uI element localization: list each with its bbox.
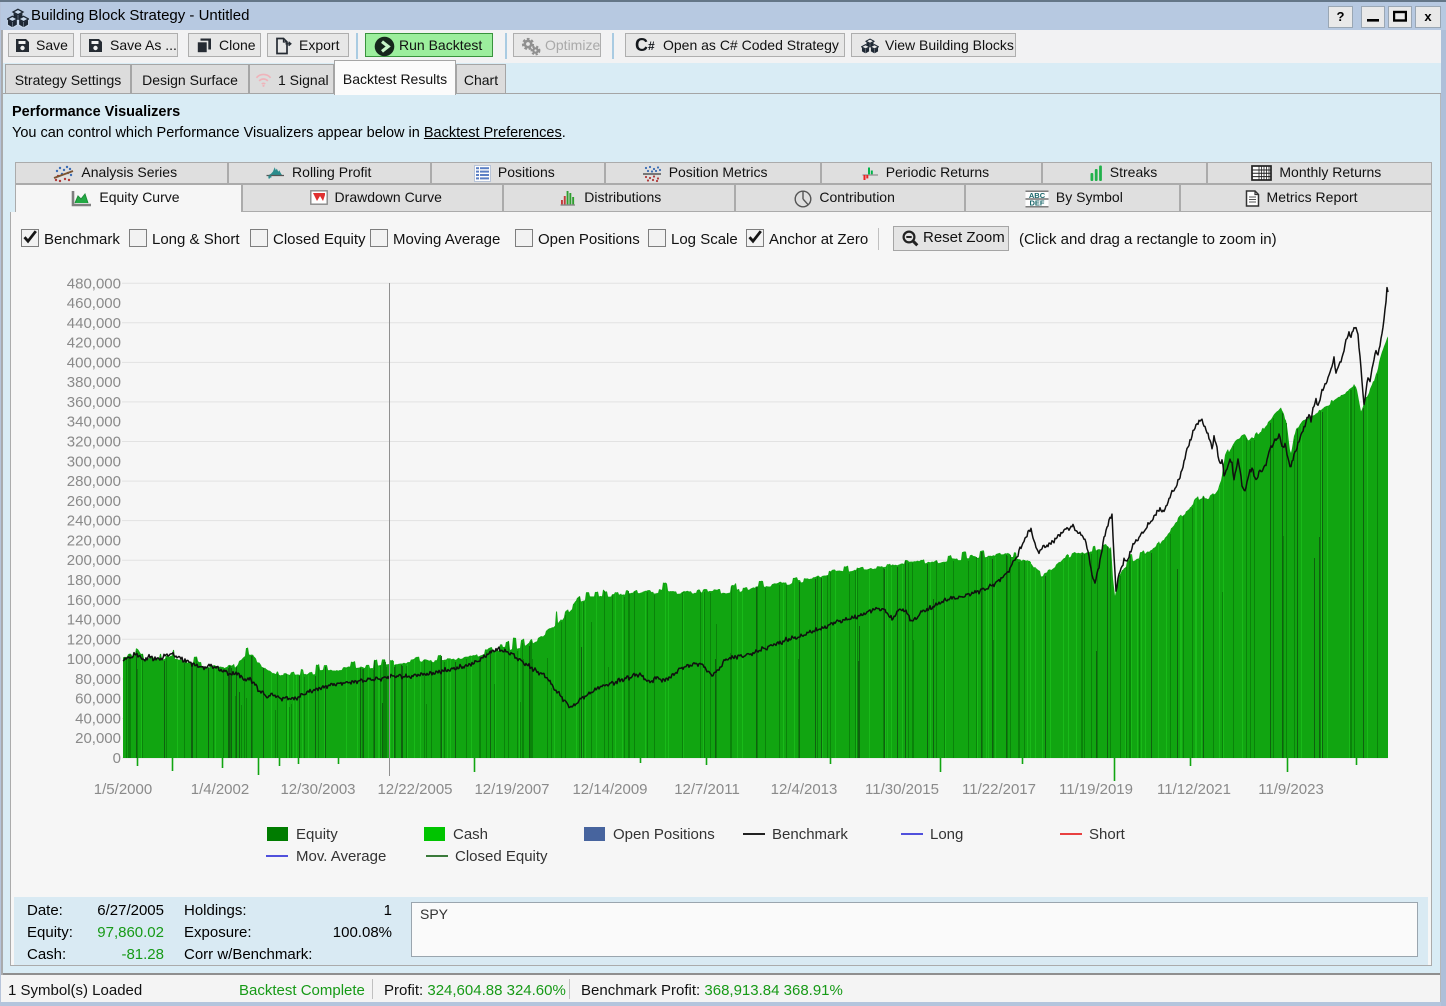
svg-text:11/22/2017: 11/22/2017 [962,781,1036,798]
svg-text:160,000: 160,000 [67,592,121,609]
svg-text:400,000: 400,000 [67,354,121,371]
svg-text:1/4/2002: 1/4/2002 [191,781,249,798]
svg-text:100,000: 100,000 [67,651,121,668]
svg-text:12/7/2011: 12/7/2011 [674,781,740,798]
svg-text:220,000: 220,000 [67,532,121,549]
svg-text:480,000: 480,000 [67,275,121,292]
svg-text:40,000: 40,000 [75,710,121,727]
svg-text:440,000: 440,000 [67,315,121,332]
svg-text:11/9/2023: 11/9/2023 [1258,781,1324,798]
svg-text:11/30/2015: 11/30/2015 [865,781,939,798]
svg-text:320,000: 320,000 [67,434,121,451]
svg-text:240,000: 240,000 [67,513,121,530]
svg-text:120,000: 120,000 [67,631,121,648]
svg-text:180,000: 180,000 [67,572,121,589]
svg-text:140,000: 140,000 [67,612,121,629]
svg-text:1/5/2000: 1/5/2000 [94,781,152,798]
svg-text:20,000: 20,000 [75,730,121,747]
svg-text:360,000: 360,000 [67,394,121,411]
svg-text:280,000: 280,000 [67,473,121,490]
svg-text:300,000: 300,000 [67,453,121,470]
svg-text:340,000: 340,000 [67,414,121,431]
svg-text:460,000: 460,000 [67,295,121,312]
svg-text:12/19/2007: 12/19/2007 [474,781,549,798]
svg-text:80,000: 80,000 [75,671,121,688]
svg-text:380,000: 380,000 [67,374,121,391]
svg-text:0: 0 [113,750,121,767]
svg-text:60,000: 60,000 [75,691,121,708]
svg-text:12/30/2003: 12/30/2003 [280,781,355,798]
svg-text:12/4/2013: 12/4/2013 [771,781,838,798]
svg-text:11/19/2019: 11/19/2019 [1059,781,1133,798]
svg-text:12/14/2009: 12/14/2009 [572,781,647,798]
svg-text:200,000: 200,000 [67,552,121,569]
svg-text:420,000: 420,000 [67,335,121,352]
svg-text:12/22/2005: 12/22/2005 [377,781,452,798]
svg-text:260,000: 260,000 [67,493,121,510]
svg-text:11/12/2021: 11/12/2021 [1157,781,1231,798]
